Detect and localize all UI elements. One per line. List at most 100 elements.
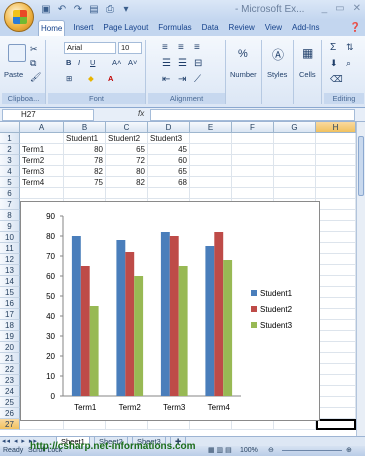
row-header-20[interactable]: 20 bbox=[0, 342, 20, 353]
percent-button[interactable]: % bbox=[238, 48, 248, 60]
save-icon[interactable]: ▣ bbox=[40, 4, 52, 16]
column-header-d[interactable]: D bbox=[148, 122, 190, 133]
row-header-22[interactable]: 22 bbox=[0, 364, 20, 375]
scroll-thumb[interactable] bbox=[358, 136, 364, 196]
row-header-17[interactable]: 17 bbox=[0, 309, 20, 320]
column-header-c[interactable]: C bbox=[106, 122, 148, 133]
grow-font-icon[interactable]: A˄ bbox=[112, 58, 121, 67]
row-header-27[interactable]: 27 bbox=[0, 419, 20, 430]
row-header-1[interactable]: 1 bbox=[0, 133, 20, 144]
row-header-12[interactable]: 12 bbox=[0, 254, 20, 265]
styles-icon[interactable]: Ⓐ bbox=[272, 46, 284, 63]
cell-h21[interactable] bbox=[316, 353, 356, 364]
cell-h27[interactable] bbox=[316, 419, 356, 430]
cell-h16[interactable] bbox=[316, 298, 356, 309]
cell-b1[interactable]: Student1 bbox=[64, 133, 106, 144]
print-icon[interactable]: ⎙ bbox=[104, 4, 116, 16]
cell-c5[interactable]: 82 bbox=[106, 177, 148, 188]
bar-chart[interactable]: 0 10 20 30 40 50 60 70 80 90 Term1 Term2 Term3 Term4 S… bbox=[20, 201, 320, 421]
cell-h8[interactable] bbox=[316, 210, 356, 221]
vertical-scrollbar[interactable] bbox=[356, 122, 365, 436]
cell-h17[interactable] bbox=[316, 309, 356, 320]
cell-e1[interactable] bbox=[190, 133, 232, 144]
align-bottom-icon[interactable]: ≡ bbox=[194, 42, 200, 53]
cell-h4[interactable] bbox=[316, 166, 356, 177]
row-header-10[interactable]: 10 bbox=[0, 232, 20, 243]
open-icon[interactable]: ▤ bbox=[88, 4, 100, 16]
cell-g4[interactable] bbox=[274, 166, 316, 177]
cell-a4[interactable]: Term3 bbox=[20, 166, 64, 177]
cell-h13[interactable] bbox=[316, 265, 356, 276]
row-header-8[interactable]: 8 bbox=[0, 210, 20, 221]
row-header-3[interactable]: 3 bbox=[0, 155, 20, 166]
cell-h24[interactable] bbox=[316, 386, 356, 397]
cell-e2[interactable] bbox=[190, 144, 232, 155]
cell-b2[interactable]: 80 bbox=[64, 144, 106, 155]
format-painter-icon[interactable]: 🖌 bbox=[30, 72, 41, 83]
cell-h20[interactable] bbox=[316, 342, 356, 353]
cell-d3[interactable]: 60 bbox=[148, 155, 190, 166]
cell-f4[interactable] bbox=[232, 166, 274, 177]
align-center-icon[interactable]: ☰ bbox=[178, 58, 187, 69]
tab-insert[interactable]: Insert bbox=[71, 20, 95, 36]
zoom-out-icon[interactable]: ⊖ bbox=[268, 446, 274, 456]
row-header-26[interactable]: 26 bbox=[0, 408, 20, 419]
cell-f6[interactable] bbox=[232, 188, 274, 199]
cell-h1[interactable] bbox=[316, 133, 356, 144]
cell-e3[interactable] bbox=[190, 155, 232, 166]
fill-icon[interactable]: ⬇ bbox=[330, 58, 338, 69]
cell-h26[interactable] bbox=[316, 408, 356, 419]
align-left-icon[interactable]: ☰ bbox=[162, 58, 171, 69]
cell-h14[interactable] bbox=[316, 276, 356, 287]
underline-button[interactable]: U bbox=[90, 58, 95, 67]
select-all-corner[interactable] bbox=[0, 122, 20, 133]
cell-h19[interactable] bbox=[316, 331, 356, 342]
cell-h10[interactable] bbox=[316, 232, 356, 243]
cell-f1[interactable] bbox=[232, 133, 274, 144]
column-header-f[interactable]: F bbox=[232, 122, 274, 133]
row-header-23[interactable]: 23 bbox=[0, 375, 20, 386]
copy-icon[interactable]: ⧉ bbox=[30, 58, 36, 69]
cell-g6[interactable] bbox=[274, 188, 316, 199]
row-header-16[interactable]: 16 bbox=[0, 298, 20, 309]
cell-c4[interactable]: 80 bbox=[106, 166, 148, 177]
column-header-a[interactable]: A bbox=[20, 122, 64, 133]
row-header-5[interactable]: 5 bbox=[0, 177, 20, 188]
tab-formulas[interactable]: Formulas bbox=[156, 20, 193, 36]
row-header-9[interactable]: 9 bbox=[0, 221, 20, 232]
cell-d5[interactable]: 68 bbox=[148, 177, 190, 188]
cell-h15[interactable] bbox=[316, 287, 356, 298]
font-name-select[interactable]: Arial bbox=[64, 42, 116, 54]
row-header-11[interactable]: 11 bbox=[0, 243, 20, 254]
column-header-h[interactable]: H bbox=[316, 122, 356, 133]
row-header-25[interactable]: 25 bbox=[0, 397, 20, 408]
merge-center-icon[interactable]: ⊟ bbox=[194, 58, 202, 69]
zoom-in-icon[interactable]: ⊕ bbox=[346, 446, 352, 456]
name-box[interactable]: H27 bbox=[2, 109, 94, 121]
cell-h23[interactable] bbox=[316, 375, 356, 386]
cells-icon[interactable]: ▦ bbox=[302, 46, 313, 60]
font-size-select[interactable]: 10 bbox=[118, 42, 142, 54]
row-header-21[interactable]: 21 bbox=[0, 353, 20, 364]
styles-button[interactable]: Styles bbox=[267, 70, 287, 79]
cell-b3[interactable]: 78 bbox=[64, 155, 106, 166]
cell-f2[interactable] bbox=[232, 144, 274, 155]
zoom-slider[interactable] bbox=[282, 450, 342, 451]
cell-a1[interactable] bbox=[20, 133, 64, 144]
cell-h6[interactable] bbox=[316, 188, 356, 199]
cell-e5[interactable] bbox=[190, 177, 232, 188]
find-select-icon[interactable]: ⌕ bbox=[346, 58, 351, 69]
column-header-b[interactable]: B bbox=[64, 122, 106, 133]
row-header-13[interactable]: 13 bbox=[0, 265, 20, 276]
row-header-4[interactable]: 4 bbox=[0, 166, 20, 177]
row-header-6[interactable]: 6 bbox=[0, 188, 20, 199]
cell-c3[interactable]: 72 bbox=[106, 155, 148, 166]
undo-icon[interactable]: ↶ bbox=[56, 4, 68, 16]
cell-a6[interactable] bbox=[20, 188, 64, 199]
view-buttons-icon[interactable]: ▦ ▥ ▤ bbox=[208, 446, 232, 456]
customize-icon[interactable]: ▾ bbox=[120, 4, 132, 16]
orientation-icon[interactable]: ⟋ bbox=[194, 74, 201, 85]
increase-indent-icon[interactable]: ⇥ bbox=[178, 74, 186, 85]
sort-filter-icon[interactable]: ⇅ bbox=[346, 42, 354, 53]
paste-icon[interactable] bbox=[8, 44, 26, 62]
